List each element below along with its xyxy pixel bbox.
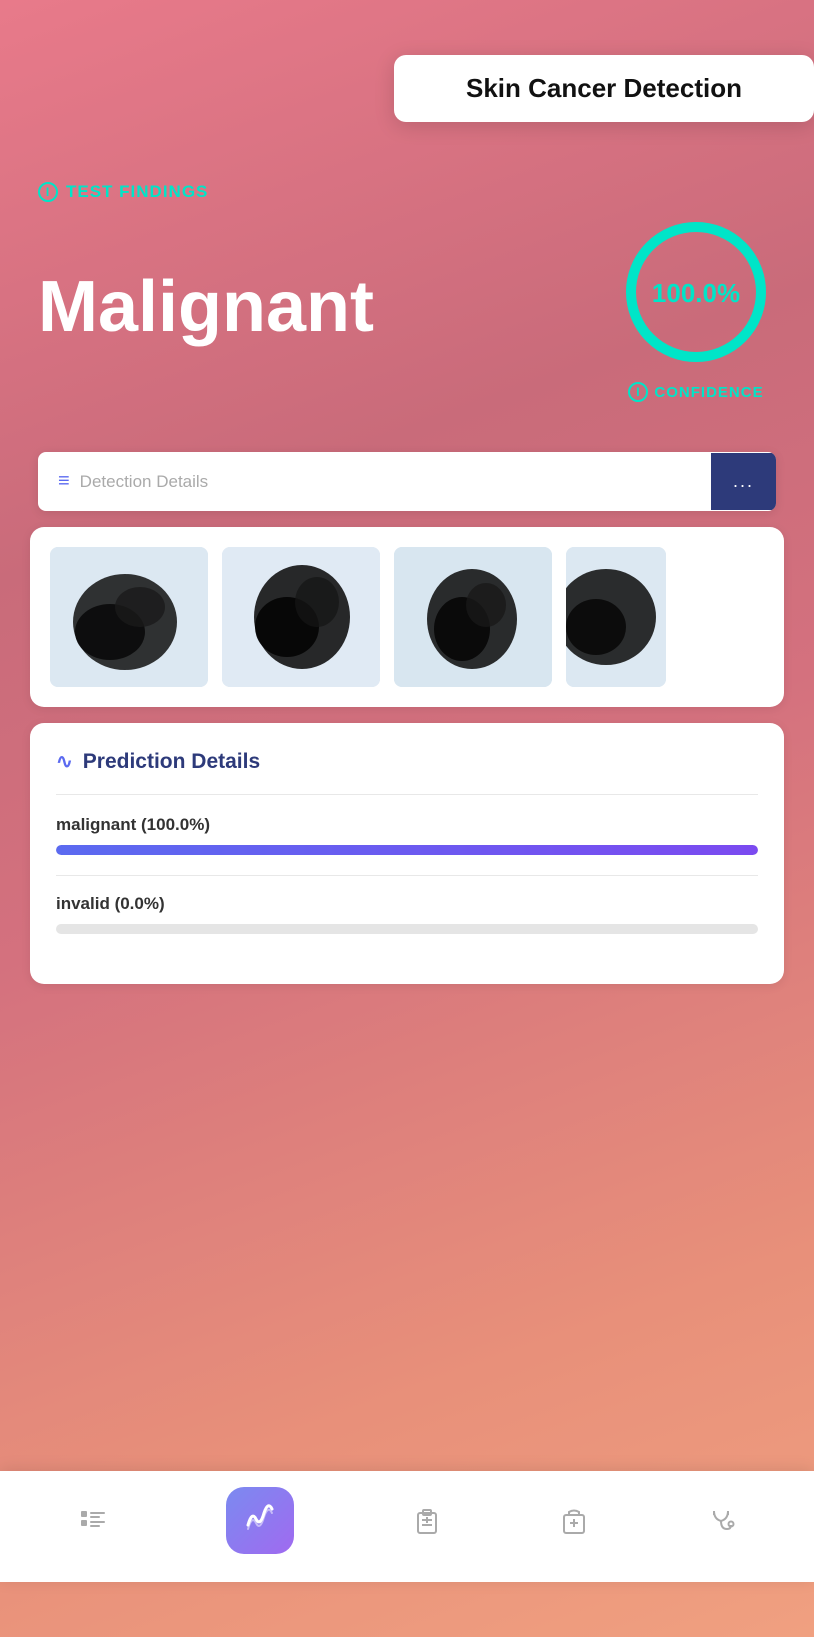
nav-stethoscope[interactable] xyxy=(707,1507,735,1535)
confidence-circle: 100.0% i CONFIDENCE xyxy=(616,212,776,402)
prediction-title: ∿ Prediction Details xyxy=(56,749,758,795)
skin-image-1[interactable] xyxy=(50,547,208,687)
confidence-info-icon: i xyxy=(628,382,648,402)
nav-active-bg xyxy=(226,1487,294,1554)
progress-fill-malignant xyxy=(56,845,758,855)
detection-bar-left: ≡ Detection Details xyxy=(38,452,711,511)
prediction-divider xyxy=(56,875,758,876)
nav-hospital[interactable] xyxy=(560,1507,588,1535)
prediction-card: ∿ Prediction Details malignant (100.0%) … xyxy=(30,723,784,984)
list-lines-icon: ≡ xyxy=(58,470,70,493)
nav-clipboard[interactable] xyxy=(413,1507,441,1535)
waves-icon: ∿ xyxy=(56,749,73,774)
bottom-nav xyxy=(0,1471,814,1582)
info-icon: i xyxy=(38,182,58,202)
image-strip xyxy=(30,527,784,707)
app-title: Skin Cancer Detection xyxy=(466,73,742,104)
prediction-item-malignant: malignant (100.0%) xyxy=(56,815,758,855)
progress-track-invalid xyxy=(56,924,758,934)
detection-details-label: Detection Details xyxy=(80,472,209,492)
app-title-box: Skin Cancer Detection xyxy=(394,55,814,122)
findings-row: Malignant 100.0% i CONFIDENCE xyxy=(38,212,776,402)
findings-section: i TEST FINDINGS Malignant 100.0% i CONFI… xyxy=(0,122,814,422)
prediction-label-invalid: invalid (0.0%) xyxy=(56,894,758,914)
skin-image-4[interactable] xyxy=(566,547,666,687)
result-text: Malignant xyxy=(38,271,374,343)
confidence-value: 100.0% xyxy=(652,278,740,308)
confidence-label: i CONFIDENCE xyxy=(628,382,763,402)
nav-chart-active[interactable] xyxy=(226,1487,294,1554)
skin-image-2[interactable] xyxy=(222,547,380,687)
confidence-svg: 100.0% xyxy=(616,212,776,372)
test-findings-label: i TEST FINDINGS xyxy=(38,182,776,202)
detection-bar: ≡ Detection Details ... xyxy=(38,452,776,511)
skin-image-3[interactable] xyxy=(394,547,552,687)
prediction-label-malignant: malignant (100.0%) xyxy=(56,815,758,835)
prediction-item-invalid: invalid (0.0%) xyxy=(56,894,758,934)
detection-more-button[interactable]: ... xyxy=(711,453,776,510)
nav-list[interactable] xyxy=(79,1507,107,1535)
progress-track-malignant xyxy=(56,845,758,855)
